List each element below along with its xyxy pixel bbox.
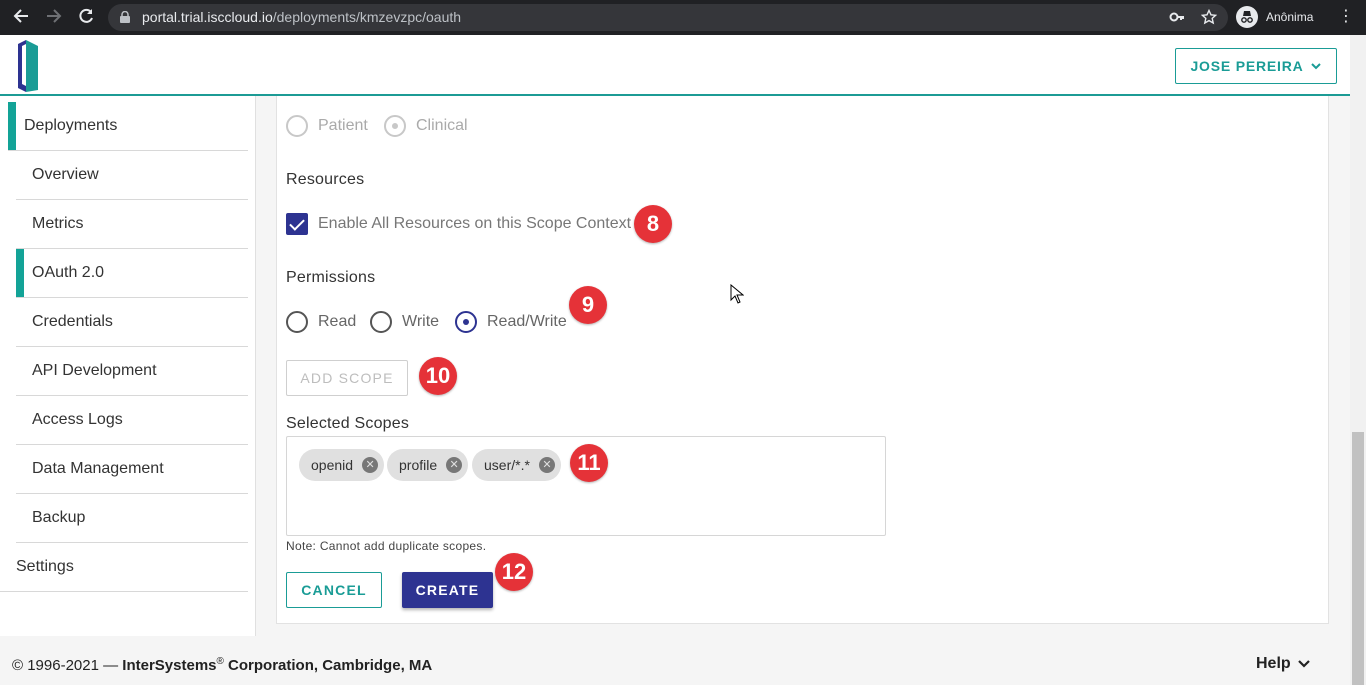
sidebar-item-label: Deployments bbox=[24, 117, 118, 134]
sidebar: Deployments Overview Metrics OAuth 2.0 C… bbox=[0, 96, 256, 636]
sidebar-item-label: Metrics bbox=[32, 215, 84, 232]
selected-scopes-title: Selected Scopes bbox=[286, 415, 410, 432]
footer: © 1996-2021 — InterSystems® Corporation,… bbox=[0, 636, 1350, 685]
sidebar-item-credentials[interactable]: Credentials bbox=[16, 298, 248, 347]
radio-write-label: Write bbox=[402, 313, 440, 330]
sidebar-item-oauth[interactable]: OAuth 2.0 bbox=[16, 249, 248, 298]
duplicate-scopes-note: Note: Cannot add duplicate scopes. bbox=[286, 539, 487, 553]
more-vert-icon[interactable]: ⋮ bbox=[1338, 7, 1354, 27]
annotation-badge-10: 10 bbox=[419, 357, 457, 395]
lock-icon bbox=[120, 11, 130, 23]
radio-clinical[interactable] bbox=[384, 115, 406, 137]
resources-title: Resources bbox=[286, 171, 365, 188]
remove-chip-icon[interactable]: ✕ bbox=[362, 457, 379, 473]
user-menu-button[interactable]: JOSE PEREIRA bbox=[1175, 48, 1337, 84]
radio-read-write-label: Read/Write bbox=[487, 313, 567, 330]
scrollbar-thumb[interactable] bbox=[1352, 432, 1364, 685]
sidebar-item-label: API Development bbox=[32, 362, 157, 379]
company-suffix: Corporation, Cambridge, MA bbox=[223, 657, 433, 674]
browser-toolbar: portal.trial.isccloud.io/deployments/kmz… bbox=[0, 0, 1366, 35]
chevron-down-icon bbox=[1310, 63, 1321, 70]
intersystems-logo[interactable] bbox=[16, 38, 40, 92]
sidebar-item-data-management[interactable]: Data Management bbox=[16, 445, 248, 494]
profile-button[interactable]: Anônima bbox=[1236, 5, 1313, 29]
radio-patient[interactable] bbox=[286, 115, 308, 137]
create-button[interactable]: CREATE bbox=[402, 572, 493, 608]
radio-write[interactable] bbox=[370, 311, 392, 333]
radio-patient-label: Patient bbox=[318, 117, 368, 134]
scope-chip-label: profile bbox=[399, 457, 438, 473]
sidebar-item-label: Settings bbox=[16, 558, 74, 575]
radio-read-write[interactable] bbox=[455, 311, 477, 333]
registered-mark: ® bbox=[216, 656, 224, 667]
permissions-title: Permissions bbox=[286, 269, 376, 286]
help-label: Help bbox=[1256, 655, 1291, 672]
scope-chip-label: user/*.* bbox=[484, 457, 530, 473]
sidebar-item-access-logs[interactable]: Access Logs bbox=[16, 396, 248, 445]
sidebar-item-label: Overview bbox=[32, 166, 99, 183]
radio-read-label: Read bbox=[318, 313, 357, 330]
address-bar[interactable]: portal.trial.isccloud.io/deployments/kmz… bbox=[108, 4, 1228, 31]
main-content: Patient Clinical Resources Enable All Re… bbox=[256, 96, 1350, 636]
remove-chip-icon[interactable]: ✕ bbox=[446, 457, 463, 473]
back-arrow-icon[interactable] bbox=[10, 7, 32, 29]
scope-form-card: Patient Clinical Resources Enable All Re… bbox=[276, 96, 1329, 624]
sidebar-item-label: Credentials bbox=[32, 313, 113, 330]
copyright-prefix: © 1996-2021 — bbox=[12, 657, 123, 674]
copyright: © 1996-2021 — InterSystems® Corporation,… bbox=[12, 656, 432, 674]
key-icon[interactable] bbox=[1168, 9, 1186, 27]
annotation-badge-8: 8 bbox=[634, 205, 672, 243]
add-scope-button[interactable]: ADD SCOPE bbox=[286, 360, 408, 396]
mouse-cursor-icon bbox=[730, 284, 744, 304]
annotation-badge-9: 9 bbox=[569, 286, 607, 324]
annotation-badge-12: 12 bbox=[495, 553, 533, 591]
incognito-icon bbox=[1236, 6, 1258, 28]
sidebar-item-label: Backup bbox=[32, 509, 86, 526]
scope-chip-profile: profile ✕ bbox=[387, 449, 469, 481]
profile-label: Anônima bbox=[1266, 10, 1314, 24]
enable-all-resources-checkbox[interactable] bbox=[286, 213, 308, 235]
help-menu[interactable]: Help bbox=[1256, 655, 1311, 673]
sidebar-item-backup[interactable]: Backup bbox=[16, 494, 248, 543]
url-text: portal.trial.isccloud.io/deployments/kmz… bbox=[142, 9, 462, 25]
scope-chip-openid: openid ✕ bbox=[299, 449, 385, 481]
radio-read[interactable] bbox=[286, 311, 308, 333]
scope-chip-user: user/*.* ✕ bbox=[472, 449, 561, 481]
radio-clinical-label: Clinical bbox=[416, 117, 468, 134]
reload-icon[interactable] bbox=[75, 7, 97, 29]
scope-chip-label: openid bbox=[311, 457, 354, 473]
sidebar-item-metrics[interactable]: Metrics bbox=[16, 200, 248, 249]
forward-arrow-icon[interactable] bbox=[43, 7, 65, 29]
company-name: InterSystems bbox=[122, 657, 217, 674]
enable-all-resources-label: Enable All Resources on this Scope Conte… bbox=[318, 215, 632, 232]
user-name: JOSE PEREIRA bbox=[1190, 58, 1304, 74]
sidebar-item-settings[interactable]: Settings bbox=[0, 543, 248, 592]
remove-chip-icon[interactable]: ✕ bbox=[538, 457, 555, 473]
sidebar-item-overview[interactable]: Overview bbox=[16, 151, 248, 200]
app-header: JOSE PEREIRA bbox=[0, 35, 1366, 96]
star-icon[interactable] bbox=[1200, 8, 1218, 27]
sidebar-item-api-development[interactable]: API Development bbox=[16, 347, 248, 396]
annotation-badge-11: 11 bbox=[570, 444, 608, 482]
sidebar-item-label: OAuth 2.0 bbox=[32, 264, 105, 281]
sidebar-item-label: Data Management bbox=[32, 460, 164, 477]
chevron-down-icon bbox=[1297, 660, 1310, 668]
sidebar-item-deployments[interactable]: Deployments bbox=[8, 102, 248, 151]
cancel-button[interactable]: CANCEL bbox=[286, 572, 382, 608]
sidebar-item-label: Access Logs bbox=[32, 411, 123, 428]
